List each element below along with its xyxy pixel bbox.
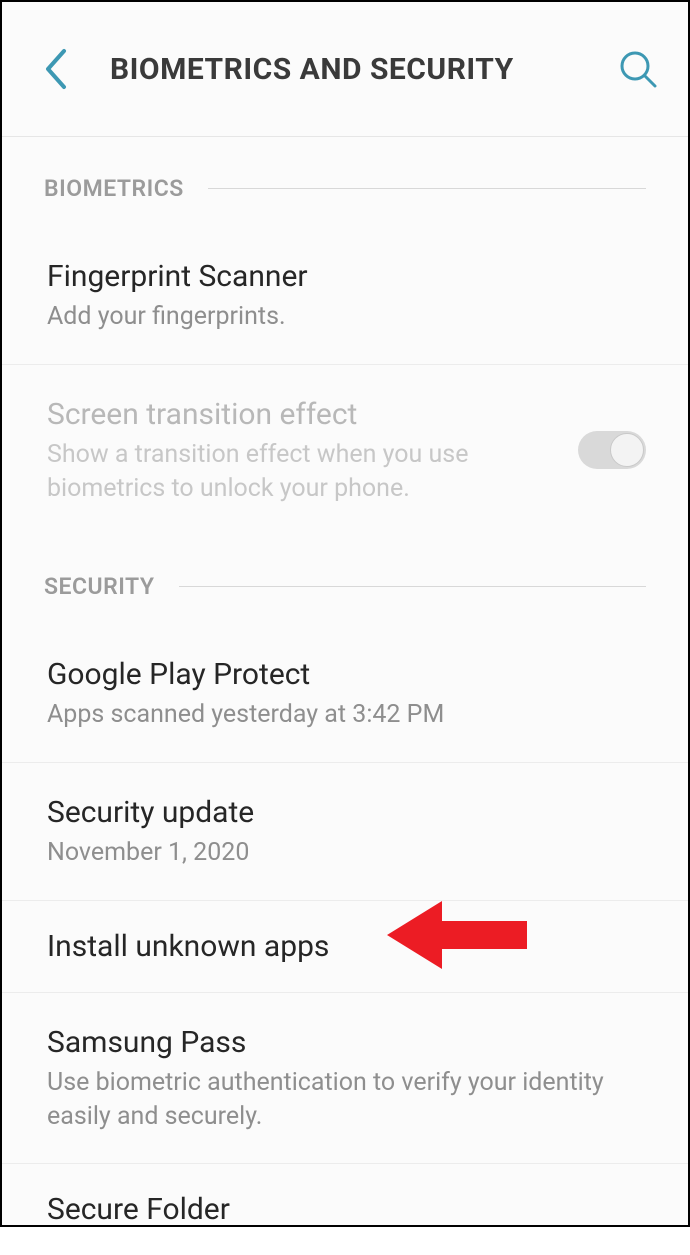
section-rule [208, 188, 646, 189]
item-secure-folder[interactable]: Secure Folder [2, 1164, 688, 1255]
item-subtitle: Add your fingerprints. [47, 300, 646, 334]
section-label: SECURITY [44, 573, 155, 600]
section-header-biometrics: BIOMETRICS [2, 137, 688, 202]
item-title: Samsung Pass [47, 1023, 646, 1062]
item-google-play-protect[interactable]: Google Play Protect Apps scanned yesterd… [2, 625, 688, 763]
item-title: Google Play Protect [47, 655, 646, 694]
toggle-switch [578, 431, 646, 469]
item-fingerprint-scanner[interactable]: Fingerprint Scanner Add your fingerprint… [2, 227, 688, 365]
section-rule [179, 586, 646, 587]
item-title: Secure Folder [47, 1190, 646, 1229]
item-subtitle: Use biometric authentication to verify y… [47, 1066, 646, 1134]
toggle-knob [610, 433, 644, 467]
item-screen-transition-effect: Screen transition effect Show a transiti… [2, 365, 688, 536]
item-subtitle: Apps scanned yesterday at 3:42 PM [47, 698, 646, 732]
item-title: Fingerprint Scanner [47, 257, 646, 296]
item-title: Install unknown apps [47, 927, 646, 966]
settings-content: BIOMETRICS Fingerprint Scanner Add your … [2, 137, 688, 1255]
back-icon[interactable] [42, 47, 70, 91]
item-samsung-pass[interactable]: Samsung Pass Use biometric authenticatio… [2, 993, 688, 1165]
section-header-security: SECURITY [2, 535, 688, 600]
page-title: BIOMETRICS AND SECURITY [110, 52, 618, 87]
item-subtitle: November 1, 2020 [47, 836, 646, 870]
app-header: BIOMETRICS AND SECURITY [2, 2, 688, 137]
item-install-unknown-apps[interactable]: Install unknown apps [2, 901, 688, 993]
item-security-update[interactable]: Security update November 1, 2020 [2, 763, 688, 901]
search-icon[interactable] [618, 49, 658, 89]
item-title: Security update [47, 793, 646, 832]
item-title: Screen transition effect [47, 395, 562, 434]
section-label: BIOMETRICS [44, 175, 184, 202]
item-subtitle: Show a transition effect when you use bi… [47, 438, 562, 506]
